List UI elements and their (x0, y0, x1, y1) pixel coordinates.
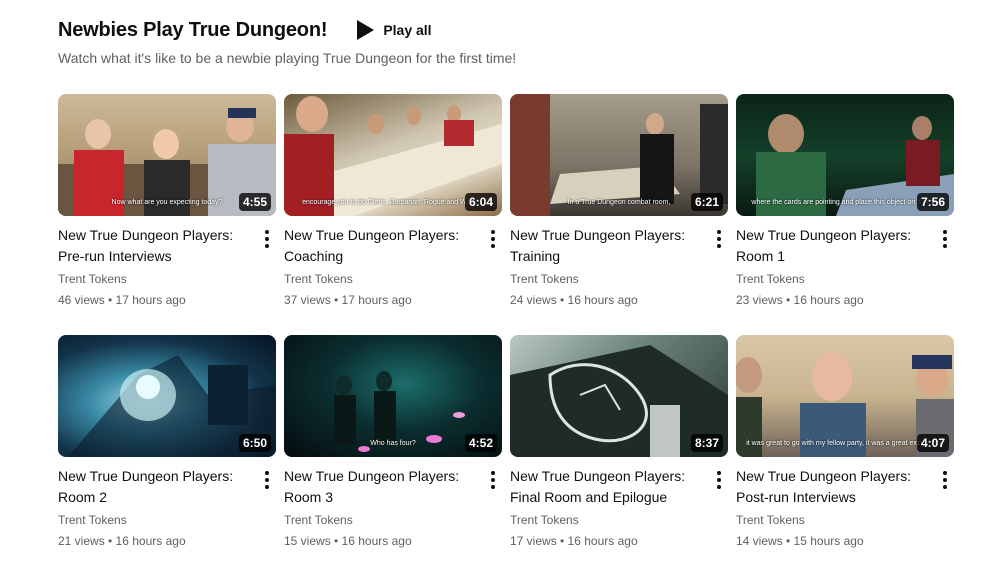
more-options-icon[interactable] (260, 229, 274, 249)
channel-name[interactable]: Trent Tokens (510, 270, 704, 288)
video-title[interactable]: New True Dungeon Players: Pre-run Interv… (58, 225, 252, 267)
channel-name[interactable]: Trent Tokens (58, 270, 252, 288)
video-stats: 23 views • 16 hours ago (736, 293, 864, 307)
video-title[interactable]: New True Dungeon Players: Final Room and… (510, 466, 704, 508)
play-all-label: Play all (383, 22, 432, 38)
duration-badge: 6:50 (238, 434, 271, 452)
more-options-icon[interactable] (486, 229, 500, 249)
duration-badge: 6:04 (464, 193, 497, 211)
video-stats: 21 views • 16 hours ago (58, 534, 186, 548)
video-thumbnail[interactable]: encourage you to do Cleric, Barbarian, R… (284, 94, 502, 216)
more-options-icon[interactable] (938, 229, 952, 249)
play-all-button[interactable]: Play all (357, 16, 432, 44)
video-title[interactable]: New True Dungeon Players: Coaching (284, 225, 478, 267)
shelf-header: Newbies Play True Dungeon! Play all Watc… (58, 16, 958, 67)
video-stats: 14 views • 15 hours ago (736, 534, 864, 548)
video-stats: 46 views • 17 hours ago (58, 293, 186, 307)
video-card: encourage you to do Cleric, Barbarian, R… (284, 94, 502, 335)
video-stats: 24 views • 16 hours ago (510, 293, 638, 307)
shelf-title[interactable]: Newbies Play True Dungeon! (58, 19, 328, 42)
video-grid: Now what are you expecting today? 4:55 N… (58, 94, 954, 572)
duration-badge: 4:52 (464, 434, 497, 452)
more-options-icon[interactable] (712, 470, 726, 490)
video-thumbnail[interactable]: it was great to go with my fellow party,… (736, 335, 954, 457)
video-thumbnail[interactable]: 6:50 (58, 335, 276, 457)
video-thumbnail[interactable]: Now what are you expecting today? 4:55 (58, 94, 276, 216)
video-card: it was great to go with my fellow party,… (736, 335, 954, 572)
duration-badge: 6:21 (690, 193, 723, 211)
duration-badge: 8:37 (690, 434, 723, 452)
video-meta: New True Dungeon Players: Final Room and… (510, 466, 728, 550)
shelf-title-row: Newbies Play True Dungeon! Play all (58, 16, 958, 44)
video-card: Who has four? 4:52 New True Dungeon Play… (284, 335, 502, 572)
channel-name[interactable]: Trent Tokens (736, 511, 930, 529)
video-card: 6:50 New True Dungeon Players: Room 2 Tr… (58, 335, 276, 572)
play-icon (357, 20, 375, 40)
duration-badge: 4:07 (916, 434, 949, 452)
video-meta: New True Dungeon Players: Pre-run Interv… (58, 225, 276, 309)
channel-name[interactable]: Trent Tokens (58, 511, 252, 529)
video-title[interactable]: New True Dungeon Players: Training (510, 225, 704, 267)
video-thumbnail[interactable]: Who has four? 4:52 (284, 335, 502, 457)
channel-name[interactable]: Trent Tokens (284, 270, 478, 288)
video-title[interactable]: New True Dungeon Players: Room 1 (736, 225, 930, 267)
shelf-description: Watch what it's like to be a newbie play… (58, 50, 517, 66)
video-title[interactable]: New True Dungeon Players: Post-run Inter… (736, 466, 930, 508)
more-options-icon[interactable] (486, 470, 500, 490)
video-title[interactable]: New True Dungeon Players: Room 3 (284, 466, 478, 508)
video-meta: New True Dungeon Players: Room 1 Trent T… (736, 225, 954, 309)
video-title[interactable]: New True Dungeon Players: Room 2 (58, 466, 252, 508)
more-options-icon[interactable] (938, 470, 952, 490)
channel-name[interactable]: Trent Tokens (284, 511, 478, 529)
video-thumbnail[interactable]: In a True Dungeon combat room, 6:21 (510, 94, 728, 216)
video-card: Now what are you expecting today? 4:55 N… (58, 94, 276, 335)
channel-name[interactable]: Trent Tokens (736, 270, 930, 288)
video-thumbnail[interactable]: where the cards are pointing and place t… (736, 94, 954, 216)
video-stats: 15 views • 16 hours ago (284, 534, 412, 548)
video-stats: 37 views • 17 hours ago (284, 293, 412, 307)
video-stats: 17 views • 16 hours ago (510, 534, 638, 548)
channel-name[interactable]: Trent Tokens (510, 511, 704, 529)
video-meta: New True Dungeon Players: Training Trent… (510, 225, 728, 309)
video-meta: New True Dungeon Players: Room 2 Trent T… (58, 466, 276, 550)
duration-badge: 4:55 (238, 193, 271, 211)
video-card: where the cards are pointing and place t… (736, 94, 954, 335)
more-options-icon[interactable] (712, 229, 726, 249)
video-thumbnail[interactable]: 8:37 (510, 335, 728, 457)
video-card: In a True Dungeon combat room, 6:21 New … (510, 94, 728, 335)
video-meta: New True Dungeon Players: Coaching Trent… (284, 225, 502, 309)
more-options-icon[interactable] (260, 470, 274, 490)
video-card: 8:37 New True Dungeon Players: Final Roo… (510, 335, 728, 572)
video-meta: New True Dungeon Players: Room 3 Trent T… (284, 466, 502, 550)
duration-badge: 7:56 (916, 193, 949, 211)
video-meta: New True Dungeon Players: Post-run Inter… (736, 466, 954, 550)
